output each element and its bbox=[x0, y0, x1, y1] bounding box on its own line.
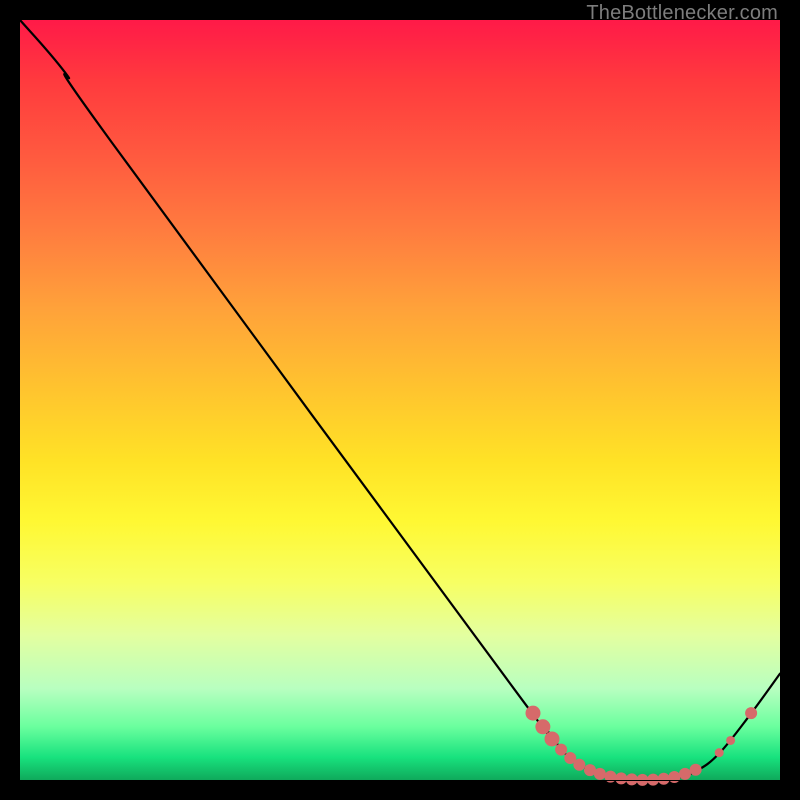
chart-marker bbox=[636, 774, 648, 786]
chart-marker bbox=[647, 774, 659, 786]
chart-marker bbox=[545, 731, 560, 746]
chart-markers bbox=[526, 706, 758, 786]
chart-marker bbox=[526, 706, 541, 721]
chart-marker bbox=[594, 768, 606, 780]
chart-marker bbox=[615, 772, 627, 784]
attribution-label: TheBottlenecker.com bbox=[586, 2, 778, 25]
chart-svg bbox=[20, 20, 780, 780]
chart-marker bbox=[535, 719, 550, 734]
chart-marker bbox=[679, 768, 691, 780]
chart-marker bbox=[715, 748, 724, 757]
chart-marker bbox=[726, 736, 735, 745]
chart-marker bbox=[745, 707, 757, 719]
chart-marker bbox=[626, 773, 638, 785]
chart-plot-area bbox=[20, 20, 780, 780]
chart-marker bbox=[658, 773, 670, 785]
chart-marker bbox=[573, 759, 585, 771]
chart-marker bbox=[690, 764, 702, 776]
bottleneck-curve bbox=[20, 20, 780, 780]
chart-stage: TheBottlenecker.com bbox=[0, 0, 800, 800]
chart-marker bbox=[668, 771, 680, 783]
chart-marker bbox=[605, 771, 617, 783]
chart-marker bbox=[555, 744, 567, 756]
